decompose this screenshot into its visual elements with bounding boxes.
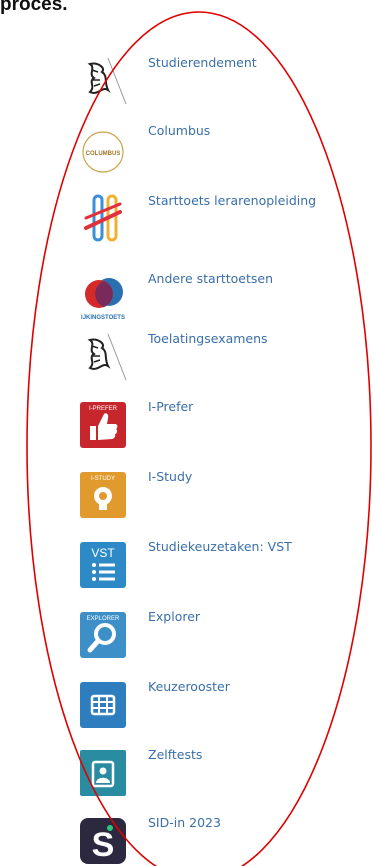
tool-label: I-Study bbox=[148, 469, 193, 484]
vst-list-icon: VST bbox=[78, 540, 128, 590]
tool-label: Toelatingsexamens bbox=[148, 331, 268, 346]
svg-text:IJKINGSTOETS: IJKINGSTOETS bbox=[81, 315, 125, 321]
keuzerooster-grid-icon bbox=[78, 680, 128, 730]
svg-text:I-STUDY: I-STUDY bbox=[91, 476, 115, 482]
sid-in-logo-icon: S bbox=[78, 816, 128, 866]
explorer-magnifier-icon: EXPLORER bbox=[78, 610, 128, 660]
tool-label: Studiekeuzetaken: VST bbox=[148, 539, 292, 554]
svg-text:EXPLORER: EXPLORER bbox=[87, 616, 120, 622]
zelftests-document-icon bbox=[78, 748, 128, 798]
flemish-lion-icon bbox=[78, 56, 128, 106]
tool-label: Explorer bbox=[148, 609, 201, 624]
tool-label: Andere starttoetsen bbox=[148, 271, 274, 286]
svg-text:COLUMBUS: COLUMBUS bbox=[86, 151, 121, 157]
tool-label: Columbus bbox=[148, 123, 211, 138]
tool-list: Studierendement COLUMBUS Columbus Startt… bbox=[0, 0, 374, 866]
i-study-lightbulb-icon: I-STUDY bbox=[78, 470, 128, 520]
columbus-logo-icon: COLUMBUS bbox=[78, 124, 128, 174]
i-prefer-thumbs-up-icon: I-PREFER bbox=[78, 400, 128, 450]
tool-label: Starttoets lerarenopleiding bbox=[148, 193, 317, 208]
svg-text:S: S bbox=[92, 826, 115, 864]
tool-label: Keuzerooster bbox=[148, 679, 230, 694]
starttoets-logo-icon bbox=[78, 194, 128, 244]
svg-text:I-PREFER: I-PREFER bbox=[89, 406, 118, 412]
ijkingstoets-logo-icon: IJKINGSTOETS bbox=[78, 272, 128, 322]
tool-label: Studierendement bbox=[148, 55, 257, 70]
flemish-lion-icon bbox=[78, 332, 128, 382]
tool-label: SID-in 2023 bbox=[148, 815, 221, 830]
tool-label: Zelftests bbox=[148, 747, 203, 762]
svg-text:VST: VST bbox=[91, 546, 115, 560]
tool-label: I-Prefer bbox=[148, 399, 194, 414]
